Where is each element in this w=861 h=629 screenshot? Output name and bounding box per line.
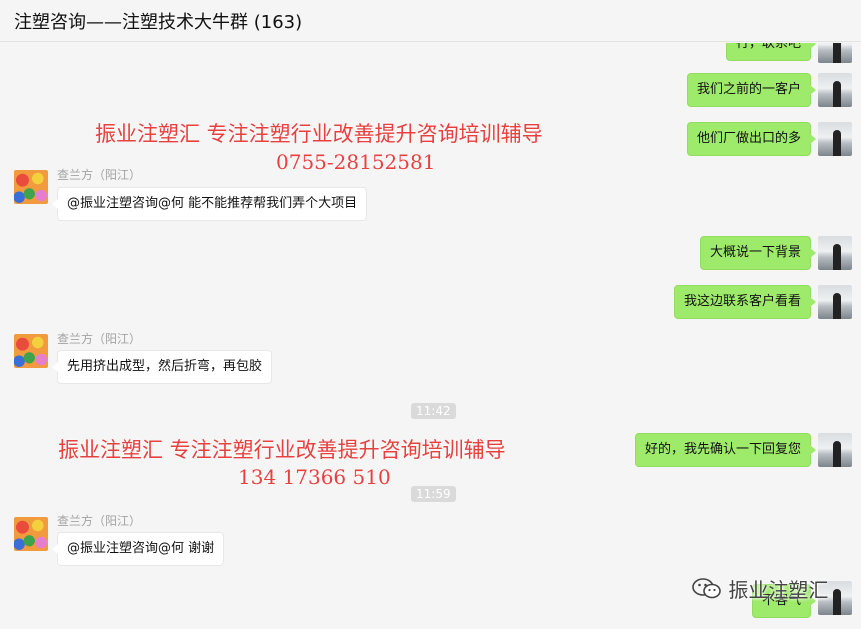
- sender-avatar[interactable]: [14, 517, 48, 551]
- message-bubble-outgoing[interactable]: 我这边联系客户看看: [673, 285, 817, 319]
- sender-avatar[interactable]: [14, 170, 48, 204]
- chat-header: 注塑咨询——注塑技术大牛群 (163): [0, 0, 861, 42]
- message-bubble-incoming[interactable]: 先用挤出成型，然后折弯，再包胶: [51, 350, 273, 384]
- chat-title: 注塑咨询——注塑技术大牛群 (163): [14, 12, 303, 33]
- promo-overlay-text: 振业注塑汇 专注注塑行业改善提升咨询培训辅导: [58, 438, 506, 462]
- my-avatar[interactable]: [818, 122, 852, 156]
- timestamp: 11:59: [411, 486, 456, 502]
- my-avatar[interactable]: [818, 433, 852, 467]
- watermark-text: 振业注塑汇: [728, 578, 829, 602]
- sender-avatar[interactable]: [14, 334, 48, 368]
- promo-overlay-text: 振业注塑汇 专注注塑行业改善提升咨询培训辅导: [95, 122, 543, 146]
- promo-overlay-phone: 0755-28152581: [276, 150, 436, 174]
- message-bubble-outgoing[interactable]: 我们之前的一客户: [686, 73, 817, 107]
- message-bubble-outgoing[interactable]: 行，联系吧: [725, 43, 817, 61]
- my-avatar[interactable]: [818, 236, 852, 270]
- sender-name: 查兰方（阳江）: [57, 168, 142, 182]
- watermark: 振业注塑汇: [692, 574, 828, 605]
- timestamp: 11:42: [411, 403, 456, 419]
- wechat-icon: [692, 578, 722, 605]
- sender-name: 查兰方（阳江）: [57, 332, 142, 346]
- sender-name: 查兰方（阳江）: [57, 514, 142, 528]
- message-bubble-outgoing[interactable]: 大概说一下背景: [699, 236, 817, 270]
- message-bubble-incoming[interactable]: @振业注塑咨询@何 谢谢: [51, 532, 225, 566]
- my-avatar[interactable]: [818, 73, 852, 107]
- promo-overlay-phone: 134 17366 510: [238, 465, 391, 489]
- my-avatar[interactable]: [818, 43, 852, 63]
- message-bubble-incoming[interactable]: @振业注塑咨询@何 能不能推荐帮我们弄个大项目: [51, 187, 368, 221]
- message-bubble-outgoing[interactable]: 好的，我先确认一下回复您: [634, 433, 817, 467]
- message-bubble-outgoing[interactable]: 他们厂做出口的多: [686, 122, 817, 156]
- my-avatar[interactable]: [818, 285, 852, 319]
